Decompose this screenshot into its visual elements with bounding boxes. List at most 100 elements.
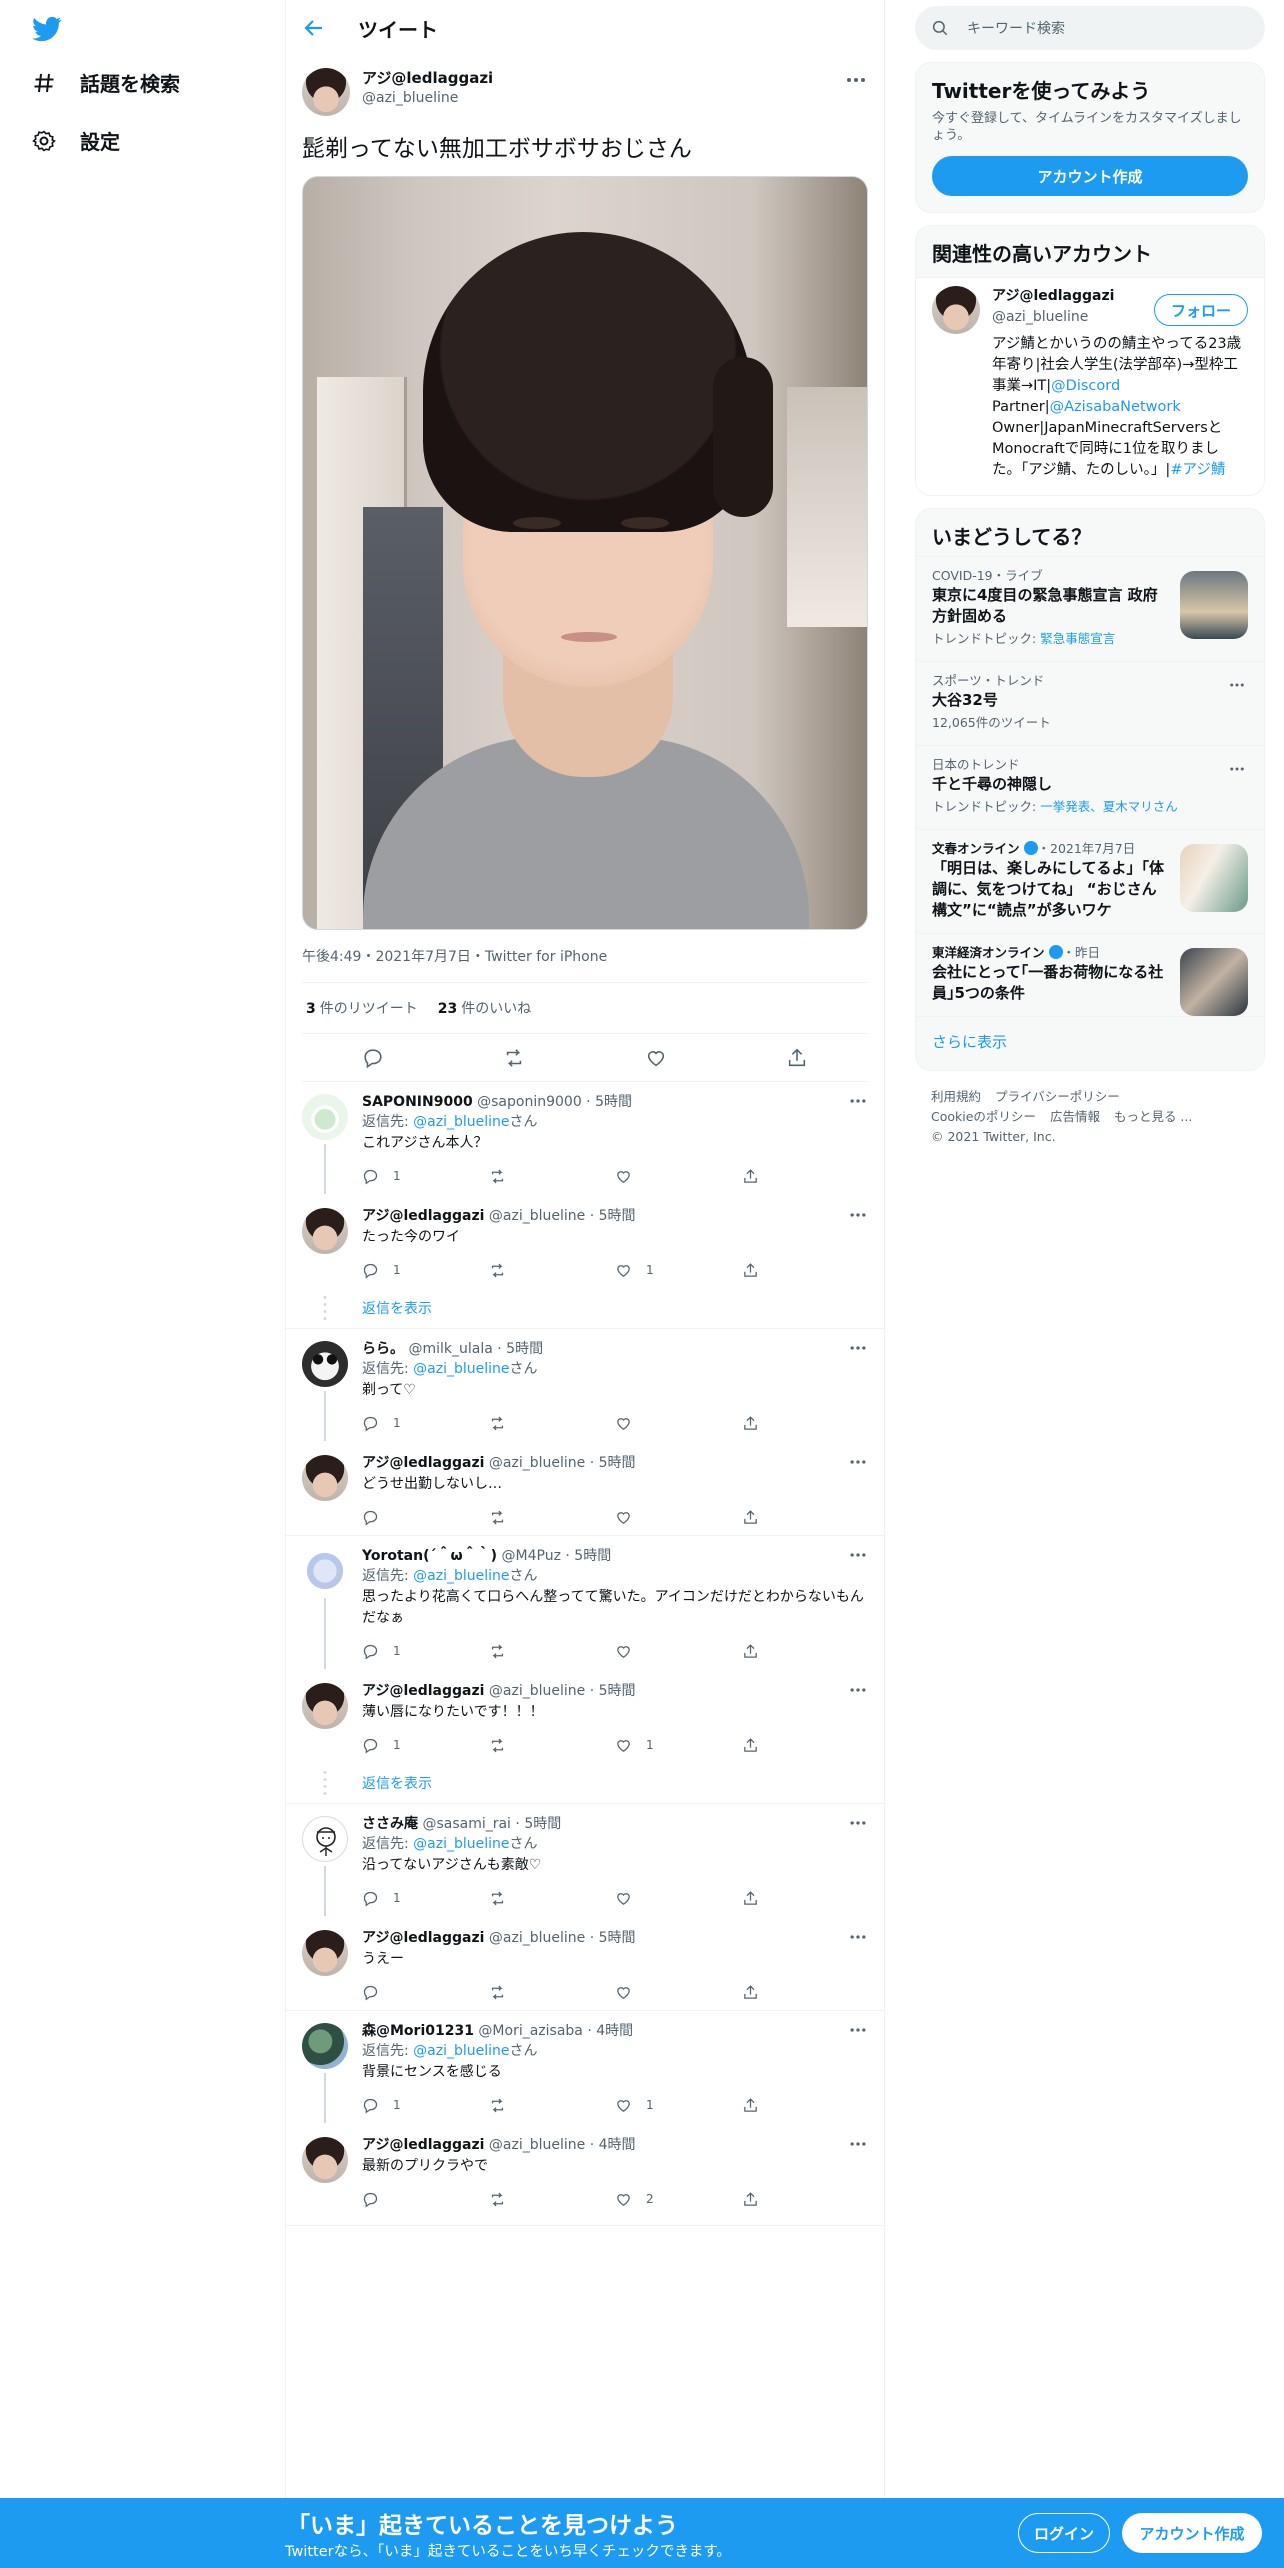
- news-item[interactable]: 東洋経済オンライン ・昨日 会社にとって｢一番お荷物になる社員｣5つの条件: [916, 933, 1264, 1016]
- like-button[interactable]: [615, 1415, 742, 1432]
- reply-button[interactable]: 1: [362, 1262, 489, 1279]
- share-icon[interactable]: [786, 1047, 808, 1069]
- reply-button[interactable]: 1: [362, 1890, 489, 1907]
- reply-time[interactable]: 5時間: [574, 1548, 611, 1564]
- follow-button[interactable]: フォロー: [1154, 294, 1248, 326]
- reply-time[interactable]: 5時間: [524, 1816, 561, 1832]
- show-replies-link[interactable]: 返信を表示: [286, 1763, 884, 1803]
- more-icon[interactable]: [848, 2023, 868, 2037]
- share-button[interactable]: [742, 2097, 869, 2114]
- show-more-link[interactable]: さらに表示: [916, 1016, 1264, 1070]
- retweet-button[interactable]: [489, 1890, 616, 1907]
- reply-icon[interactable]: [362, 1047, 384, 1069]
- reply-button[interactable]: 1: [362, 1643, 489, 1660]
- like-button[interactable]: [615, 1509, 742, 1526]
- reply-author-name[interactable]: SAPONIN9000: [362, 1094, 473, 1110]
- search-input[interactable]: キーワード検索: [967, 18, 1065, 38]
- retweet-button[interactable]: [489, 1509, 616, 1526]
- reply-tweet[interactable]: ささみ庵 @sasami_rai · 5時間 返信先: @azi_bluelin…: [286, 1814, 884, 1916]
- reply-author-handle[interactable]: @azi_blueline: [489, 2137, 585, 2153]
- more-icon[interactable]: [848, 1930, 868, 1944]
- show-replies-link[interactable]: 返信を表示: [286, 1288, 884, 1328]
- reply-tweet[interactable]: SAPONIN9000 @saponin9000 · 5時間 返信先: @azi…: [286, 1092, 884, 1194]
- reply-button[interactable]: [362, 2191, 489, 2208]
- news-item[interactable]: 文春オンライン ・2021年7月7日 「明日は、楽しみにしてるよ」「体調に、気を…: [916, 829, 1264, 933]
- avatar[interactable]: [302, 2023, 348, 2069]
- reply-author-name[interactable]: アジ@ledlaggazi: [362, 2137, 484, 2153]
- more-icon[interactable]: [848, 1341, 868, 1355]
- reply-tweet[interactable]: アジ@ledlaggazi @azi_blueline · 5時間 うえー: [286, 1928, 884, 2010]
- related-account[interactable]: アジ@ledlaggazi @azi_blueline アジ鯖とかいうのの鯖主や…: [916, 278, 1264, 495]
- like-button[interactable]: [615, 1168, 742, 1185]
- reply-tweet[interactable]: アジ@ledlaggazi @azi_blueline · 4時間 最新のプリク…: [286, 2135, 884, 2217]
- reply-button[interactable]: 1: [362, 1168, 489, 1185]
- share-button[interactable]: [742, 1737, 869, 1754]
- reply-author-name[interactable]: Yorotan(´＾ω＾｀): [362, 1548, 497, 1564]
- reply-time[interactable]: 5時間: [506, 1341, 543, 1357]
- reply-author-name[interactable]: アジ@ledlaggazi: [362, 1930, 484, 1946]
- reply-author-name[interactable]: アジ@ledlaggazi: [362, 1208, 484, 1224]
- reply-author-handle[interactable]: @azi_blueline: [489, 1930, 585, 1946]
- reply-tweet[interactable]: らら。 @milk_ulala · 5時間 返信先: @azi_blueline…: [286, 1339, 884, 1441]
- avatar[interactable]: [302, 1816, 348, 1862]
- trend-item[interactable]: 日本のトレンド 千と千尋の神隠し トレンドトピック: 一挙発表、夏木マリさん: [916, 745, 1264, 829]
- avatar[interactable]: [302, 1930, 348, 1976]
- reply-author-name[interactable]: 森@Mori01231: [362, 2023, 474, 2039]
- share-button[interactable]: [742, 1643, 869, 1660]
- retweet-button[interactable]: [489, 1984, 616, 2001]
- reply-tweet[interactable]: アジ@ledlaggazi @azi_blueline · 5時間 どうせ出勤し…: [286, 1453, 884, 1535]
- reply-button[interactable]: 1: [362, 1415, 489, 1432]
- privacy-link[interactable]: プライバシーポリシー: [995, 1089, 1120, 1104]
- author-name[interactable]: アジ@ledlaggazi: [362, 68, 493, 88]
- reply-to-link[interactable]: @azi_blueline: [413, 2043, 509, 2059]
- more-icon[interactable]: [848, 1094, 868, 1108]
- login-button[interactable]: ログイン: [1018, 2513, 1110, 2553]
- reply-to-link[interactable]: @azi_blueline: [413, 1361, 509, 1377]
- reply-author-handle[interactable]: @saponin9000: [477, 1094, 582, 1110]
- retweet-button[interactable]: [489, 1415, 616, 1432]
- reply-to-link[interactable]: @azi_blueline: [413, 1836, 509, 1852]
- retweet-button[interactable]: [489, 1643, 616, 1660]
- share-button[interactable]: [742, 1415, 869, 1432]
- reply-tweet[interactable]: アジ@ledlaggazi @azi_blueline · 5時間 薄い唇になり…: [286, 1681, 884, 1763]
- avatar[interactable]: [302, 1683, 348, 1729]
- share-button[interactable]: [742, 1509, 869, 1526]
- like-button[interactable]: 1: [615, 1262, 742, 1279]
- author-handle[interactable]: @azi_blueline: [362, 88, 493, 108]
- cookie-link[interactable]: Cookieのポリシー: [931, 1109, 1036, 1124]
- more-icon[interactable]: [848, 1548, 868, 1562]
- bio-hashtag[interactable]: #アジ鯖: [1170, 462, 1225, 478]
- reply-time[interactable]: 4時間: [599, 2137, 636, 2153]
- reply-author-name[interactable]: アジ@ledlaggazi: [362, 1455, 484, 1471]
- ads-link[interactable]: 広告情報: [1050, 1109, 1100, 1124]
- bio-link[interactable]: @Discord: [1051, 378, 1120, 394]
- more-icon[interactable]: [848, 2137, 868, 2151]
- more-link[interactable]: もっと見る ...: [1114, 1109, 1192, 1124]
- avatar[interactable]: [302, 1548, 348, 1594]
- reply-author-name[interactable]: ささみ庵: [362, 1816, 418, 1832]
- reply-author-handle[interactable]: @azi_blueline: [489, 1455, 585, 1471]
- like-button[interactable]: [615, 1643, 742, 1660]
- retweet-button[interactable]: [489, 1168, 616, 1185]
- like-button[interactable]: 1: [615, 1737, 742, 1754]
- reply-button[interactable]: 1: [362, 2097, 489, 2114]
- reply-author-name[interactable]: アジ@ledlaggazi: [362, 1683, 484, 1699]
- like-button[interactable]: [615, 1890, 742, 1907]
- trend-item[interactable]: スポーツ・トレンド 大谷32号 12,065件のツイート: [916, 661, 1264, 745]
- like-button[interactable]: 2: [615, 2191, 742, 2208]
- create-account-button[interactable]: アカウント作成: [932, 156, 1248, 196]
- tweet-timestamp[interactable]: 午後4:49・2021年7月7日・Twitter for iPhone: [302, 946, 868, 966]
- share-button[interactable]: [742, 1262, 869, 1279]
- back-arrow-icon[interactable]: [302, 16, 326, 40]
- like-stat[interactable]: 23 件のいいね: [438, 998, 531, 1018]
- retweet-stat[interactable]: 3 件のリツイート: [306, 998, 418, 1018]
- more-icon[interactable]: [844, 72, 868, 88]
- reply-to-link[interactable]: @azi_blueline: [413, 1114, 509, 1130]
- more-icon[interactable]: [1228, 680, 1246, 690]
- like-icon[interactable]: [645, 1047, 667, 1069]
- avatar[interactable]: [302, 1094, 348, 1140]
- avatar[interactable]: [302, 68, 350, 116]
- reply-tweet[interactable]: Yorotan(´＾ω＾｀) @M4Puz · 5時間 返信先: @azi_bl…: [286, 1546, 884, 1669]
- avatar[interactable]: [932, 286, 980, 334]
- avatar[interactable]: [302, 2137, 348, 2183]
